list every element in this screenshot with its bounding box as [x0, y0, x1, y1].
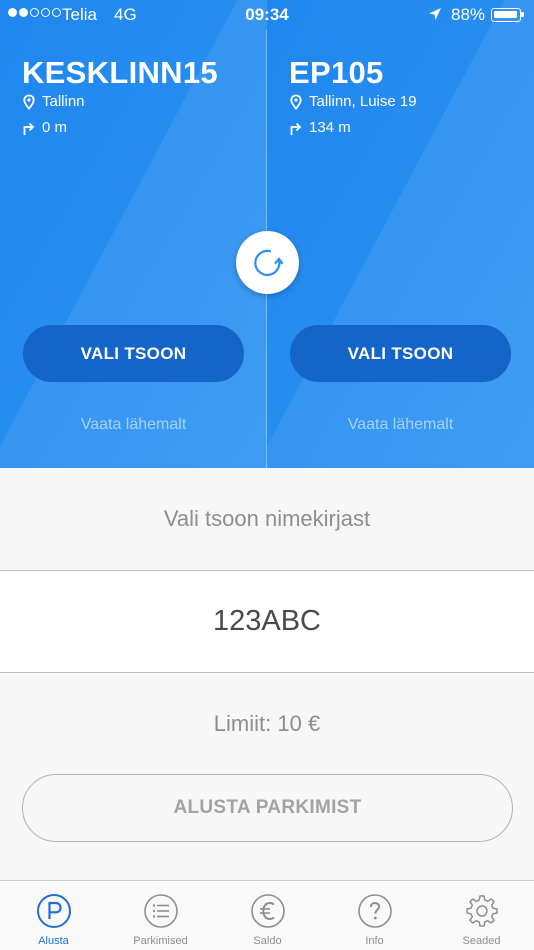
location-pin-icon	[290, 94, 302, 110]
choose-zone-from-list[interactable]: Vali tsoon nimekirjast	[0, 468, 534, 570]
zone-address: Tallinn, Luise 19	[309, 93, 417, 110]
select-zone-button[interactable]: VALI TSOON	[23, 325, 244, 382]
tab-saldo[interactable]: Saldo	[214, 881, 321, 950]
tab-label: Parkimised	[133, 935, 188, 947]
zone-card-kesklinn15: KESKLINN15 Tallinn 0 m VALI TSOON Vaata …	[0, 0, 267, 468]
tab-label: Alusta	[38, 935, 69, 947]
zone-address-row: Tallinn, Luise 19	[289, 93, 417, 110]
zone-distance-row: 0 m	[22, 119, 67, 136]
refresh-button[interactable]	[236, 231, 299, 294]
license-plate-field[interactable]: 123ABC	[0, 571, 534, 672]
tab-info[interactable]: Info	[321, 881, 428, 950]
start-parking-button[interactable]: ALUSTA PARKIMIST	[22, 774, 513, 842]
select-zone-button[interactable]: VALI TSOON	[290, 325, 511, 382]
refresh-icon	[253, 249, 283, 276]
zone-address-row: Tallinn	[22, 93, 85, 110]
app: Telia 4G 09:34 88% KESKLINN15 Tallinn 0 …	[0, 0, 534, 950]
tab-label: Saldo	[253, 935, 282, 947]
view-details-link[interactable]: Vaata lähemalt	[267, 416, 534, 434]
tab-label: Seaded	[462, 935, 501, 947]
gear-icon	[466, 895, 498, 927]
view-details-link[interactable]: Vaata lähemalt	[0, 416, 267, 434]
question-icon	[358, 894, 392, 928]
zone-distance: 0 m	[42, 119, 68, 136]
nearby-zones-panel: Telia 4G 09:34 88% KESKLINN15 Tallinn 0 …	[0, 0, 534, 468]
euro-icon	[251, 894, 285, 928]
tab-label: Info	[365, 935, 384, 947]
zone-code: KESKLINN15	[22, 55, 218, 90]
tab-bar: Alusta Parkimised Saldo Info Seaded	[0, 880, 534, 950]
zone-code: EP105	[289, 55, 384, 90]
turn-right-icon	[23, 122, 35, 135]
zone-card-ep105: EP105 Tallinn, Luise 19 134 m VALI TSOON…	[267, 0, 534, 468]
tab-parkimised[interactable]: Parkimised	[107, 881, 214, 950]
zone-distance: 134 m	[309, 119, 351, 136]
spending-limit[interactable]: Limiit: 10 €	[0, 711, 534, 737]
parking-icon	[37, 894, 71, 928]
zone-distance-row: 134 m	[289, 119, 351, 136]
location-pin-icon	[23, 94, 35, 110]
turn-right-icon	[290, 122, 302, 135]
list-icon	[144, 894, 178, 928]
tab-seaded[interactable]: Seaded	[428, 881, 534, 950]
tab-alusta[interactable]: Alusta	[0, 881, 107, 950]
zone-address: Tallinn	[42, 93, 85, 110]
